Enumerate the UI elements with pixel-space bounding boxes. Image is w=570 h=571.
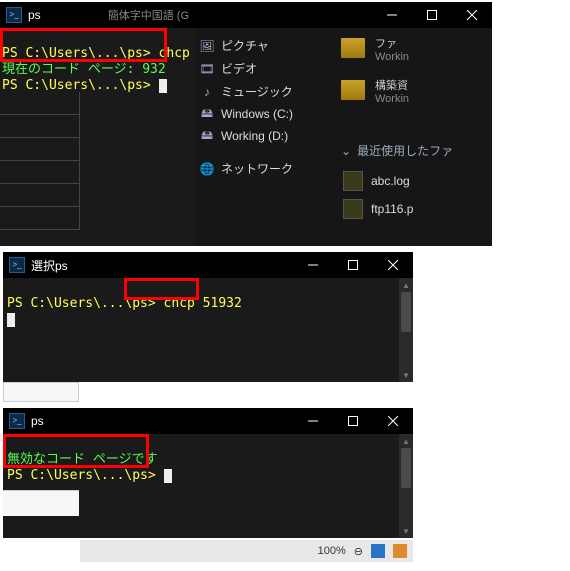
statusbar: 100% ⊖ bbox=[80, 540, 413, 562]
scroll-up-icon[interactable]: ▲ bbox=[399, 278, 413, 292]
file-icon bbox=[343, 171, 363, 191]
window-title: ps bbox=[31, 414, 293, 428]
nav-pane: 🖼ピクチャ 🎞ビデオ ♪ミュージック 🖴Windows (C:) 🖴Workin… bbox=[195, 28, 335, 246]
folder-item[interactable]: 構築資Workin bbox=[335, 70, 492, 112]
screenshot-3: ps 無効なコード ページです PS C:\Users\...\ps> ▲ ▼ bbox=[3, 408, 413, 538]
powershell-icon bbox=[6, 7, 22, 23]
drive-icon: 🖴 bbox=[199, 106, 215, 122]
window-title: 選択ps bbox=[31, 257, 293, 274]
content-pane: ファWorkin 構築資Workin 最近使用したファ abc.log ftp1… bbox=[335, 28, 492, 246]
screenshot-2: 選択ps PS C:\Users\...\ps> chcp 51932 ▲ ▼ bbox=[3, 252, 413, 382]
nav-item[interactable]: 🎞ビデオ bbox=[195, 57, 335, 80]
drive-icon: 🖴 bbox=[199, 128, 215, 144]
recent-item[interactable]: ftp116.p bbox=[337, 195, 492, 223]
cursor bbox=[164, 469, 172, 483]
file-icon bbox=[343, 199, 363, 219]
maximize-button[interactable] bbox=[412, 2, 452, 28]
nav-item[interactable]: 🌐ネットワーク bbox=[195, 157, 335, 180]
music-icon: ♪ bbox=[199, 84, 215, 100]
videos-icon: 🎞 bbox=[199, 61, 215, 77]
scroll-thumb[interactable] bbox=[401, 292, 411, 332]
terminal[interactable]: PS C:\Users\...\ps> chcp 51932 bbox=[3, 278, 399, 382]
zoom-out-icon[interactable]: ⊖ bbox=[354, 545, 363, 558]
terminal[interactable]: 無効なコード ページです PS C:\Users\...\ps> bbox=[3, 434, 399, 538]
background-stub bbox=[3, 382, 79, 402]
nav-item[interactable]: 🖴Working (D:) bbox=[195, 125, 335, 147]
scroll-thumb[interactable] bbox=[401, 448, 411, 488]
statusbar-icon[interactable] bbox=[393, 544, 407, 558]
maximize-button[interactable] bbox=[333, 408, 373, 434]
titlebar[interactable]: ps bbox=[3, 408, 413, 434]
cursor bbox=[7, 313, 15, 327]
powershell-window: ps 簡体字中国語 (G PS C:\Users\...\ps> chcp 現在… bbox=[0, 2, 195, 246]
file-explorer: 🖼ピクチャ 🎞ビデオ ♪ミュージック 🖴Windows (C:) 🖴Workin… bbox=[195, 2, 492, 246]
explorer-titlebar bbox=[195, 2, 492, 28]
scroll-up-icon[interactable]: ▲ bbox=[399, 434, 413, 448]
minimize-button[interactable] bbox=[293, 252, 333, 278]
zoom-label: 100% bbox=[318, 545, 346, 557]
statusbar-icon[interactable] bbox=[371, 544, 385, 558]
powershell-icon bbox=[9, 413, 25, 429]
network-icon: 🌐 bbox=[199, 161, 215, 177]
window-title: ps bbox=[28, 8, 108, 22]
minimize-button[interactable] bbox=[372, 2, 412, 28]
close-button[interactable] bbox=[452, 2, 492, 28]
nav-item[interactable]: 🖼ピクチャ bbox=[195, 34, 335, 57]
minimize-button[interactable] bbox=[293, 408, 333, 434]
recent-item[interactable]: abc.log bbox=[337, 167, 492, 195]
scroll-down-icon[interactable]: ▼ bbox=[399, 524, 413, 538]
pictures-icon: 🖼 bbox=[199, 38, 215, 54]
maximize-button[interactable] bbox=[333, 252, 373, 278]
scroll-down-icon[interactable]: ▼ bbox=[399, 368, 413, 382]
titlebar[interactable]: 選択ps bbox=[3, 252, 413, 278]
powershell-icon bbox=[9, 257, 25, 273]
folder-item[interactable]: ファWorkin bbox=[335, 28, 492, 70]
scrollbar[interactable]: ▲ ▼ bbox=[399, 278, 413, 382]
recent-header[interactable]: 最近使用したファ bbox=[335, 112, 492, 167]
folder-icon bbox=[341, 80, 365, 100]
nav-item[interactable]: ♪ミュージック bbox=[195, 80, 335, 103]
nav-item[interactable]: 🖴Windows (C:) bbox=[195, 103, 335, 125]
bg-text: 簡体字中国語 (G bbox=[108, 7, 195, 23]
close-button[interactable] bbox=[373, 252, 413, 278]
close-button[interactable] bbox=[373, 408, 413, 434]
background-stub bbox=[3, 490, 79, 516]
titlebar[interactable]: ps 簡体字中国語 (G bbox=[0, 2, 195, 28]
screenshot-1: 🖼ピクチャ 🎞ビデオ ♪ミュージック 🖴Windows (C:) 🖴Workin… bbox=[0, 2, 492, 246]
folder-icon bbox=[341, 38, 365, 58]
scrollbar[interactable]: ▲ ▼ bbox=[399, 434, 413, 538]
cursor bbox=[159, 79, 167, 93]
background-table bbox=[0, 92, 80, 230]
